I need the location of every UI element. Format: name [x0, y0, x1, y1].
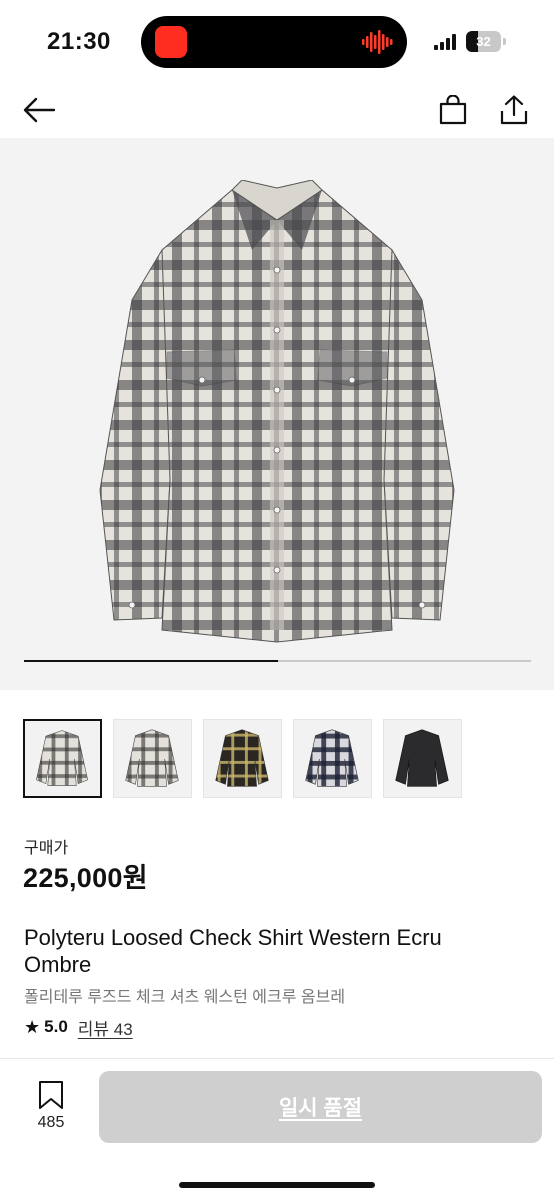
battery-level: 32	[476, 34, 491, 49]
gallery-progress-fill	[24, 660, 278, 662]
top-nav	[0, 84, 554, 138]
signal-icon	[434, 34, 456, 50]
product-image	[99, 180, 455, 643]
thumbnail-1[interactable]	[23, 719, 102, 798]
share-button[interactable]	[492, 88, 536, 132]
thumbnail-3[interactable]	[203, 719, 282, 798]
product-image-gallery[interactable]	[0, 138, 554, 690]
bookmark-count: 485	[37, 1114, 65, 1131]
gallery-progress-bar	[24, 660, 531, 662]
price: 225,000원	[23, 863, 148, 893]
thumbnail-5[interactable]	[383, 719, 462, 798]
recording-icon	[155, 26, 187, 58]
product-title-korean: 폴리테루 루즈드 체크 셔츠 웨스턴 에크루 옴브레	[24, 989, 346, 1006]
back-arrow-icon	[23, 97, 56, 123]
audio-wave-icon	[362, 30, 393, 54]
thumbnail-strip	[23, 719, 523, 799]
rating-row: ★ 5.0 리뷰 43	[24, 1015, 133, 1039]
review-link[interactable]: 리뷰 43	[78, 1015, 133, 1040]
back-button[interactable]	[17, 88, 61, 132]
thumbnail-4[interactable]	[293, 719, 372, 798]
star-icon: ★	[24, 1016, 41, 1037]
bookmark-button[interactable]: 485	[28, 1080, 74, 1136]
cart-button[interactable]	[431, 88, 475, 132]
sold-out-button[interactable]: 일시 품절	[99, 1071, 542, 1143]
status-time: 21:30	[47, 28, 111, 55]
dynamic-island	[141, 16, 407, 68]
product-title: Polyteru Loosed Check Shirt Western Ecru…	[24, 925, 442, 977]
price-label: 구매가	[24, 840, 69, 857]
divider	[0, 1058, 554, 1059]
battery-icon: 32	[466, 31, 506, 53]
share-icon	[500, 95, 528, 125]
status-bar: 21:30 32	[0, 0, 554, 84]
shopping-bag-icon	[439, 95, 467, 125]
bookmark-icon	[39, 1081, 63, 1109]
rating-value: 5.0	[44, 1017, 68, 1036]
thumbnail-2[interactable]	[113, 719, 192, 798]
home-indicator	[179, 1182, 375, 1188]
